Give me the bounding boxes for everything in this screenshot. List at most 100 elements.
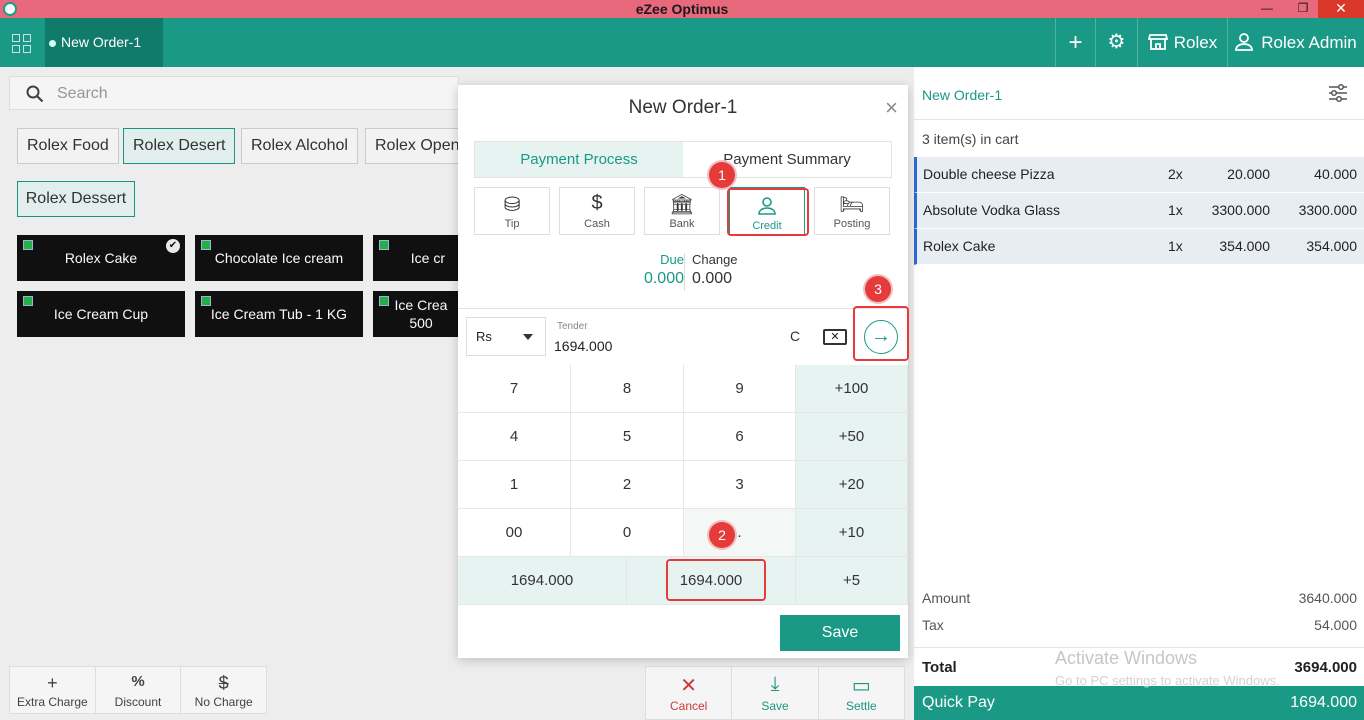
cart-item-total: 40.000: [1314, 166, 1357, 182]
key-plus-20[interactable]: +20: [796, 461, 908, 509]
maximize-button[interactable]: ❐: [1286, 0, 1320, 18]
key-1[interactable]: 1: [458, 461, 571, 509]
activation-watermark: Activate Windows: [1055, 648, 1198, 668]
key-plus-5[interactable]: +5: [796, 557, 908, 605]
step-marker: 3: [865, 276, 891, 302]
cart-item-name: Double cheese Pizza: [923, 166, 1055, 182]
cart-item-name: Rolex Cake: [923, 238, 996, 254]
key-plus-100[interactable]: +100: [796, 365, 908, 413]
currency-select[interactable]: Rs: [466, 317, 546, 356]
user-name: Rolex Admin: [1261, 33, 1357, 52]
dot-icon: [49, 39, 56, 47]
cart-item-price: 354.000: [1219, 238, 1270, 254]
key-8[interactable]: 8: [571, 365, 684, 413]
step-marker: 2: [709, 522, 735, 548]
key-0[interactable]: 0: [571, 509, 684, 557]
title-bar: eZee Optimus — ❐ ✕: [0, 0, 1364, 18]
order-tab[interactable]: New Order-1: [45, 18, 163, 67]
amount-value: 3640.000: [1298, 590, 1357, 606]
bed-icon: 🛏: [839, 194, 865, 216]
key-2[interactable]: 2: [571, 461, 684, 509]
cart-item-total: 354.000: [1306, 238, 1357, 254]
filter-icon[interactable]: [1328, 83, 1348, 103]
user-menu[interactable]: Rolex Admin: [1227, 18, 1364, 67]
amount-label: Amount: [922, 590, 971, 606]
quick-pay-button[interactable]: Quick Pay 1694.000: [914, 686, 1364, 720]
outlet-selector[interactable]: Rolex: [1137, 18, 1227, 67]
key-5[interactable]: 5: [571, 413, 684, 461]
tax-label: Tax: [922, 617, 944, 633]
tender-input[interactable]: 1694.000: [554, 338, 612, 354]
payment-method-bank[interactable]: 🏛 Bank: [644, 187, 720, 235]
close-window-button[interactable]: ✕: [1318, 0, 1364, 18]
minimize-button[interactable]: —: [1250, 0, 1284, 18]
user-icon: [1235, 33, 1254, 51]
payment-method-label: Tip: [504, 218, 520, 230]
coins-icon: ⛁: [503, 194, 521, 216]
gear-icon: ⚙: [1107, 31, 1126, 53]
due-display: Due 0.000: [618, 252, 684, 288]
key-6[interactable]: 6: [684, 413, 796, 461]
key-00[interactable]: 00: [458, 509, 571, 557]
key-plus-50[interactable]: +50: [796, 413, 908, 461]
cart-item-qty: 1x: [1168, 238, 1183, 254]
cart-row[interactable]: Double cheese Pizza 2x 20.000 40.000: [914, 157, 1364, 193]
cart-row[interactable]: Absolute Vodka Glass 1x 3300.000 3300.00…: [914, 193, 1364, 229]
key-decimal[interactable]: .: [684, 509, 796, 557]
settings-button[interactable]: ⚙: [1095, 18, 1137, 67]
cart-item-qty: 1x: [1168, 202, 1183, 218]
highlight-box: [666, 559, 766, 601]
key-9[interactable]: 9: [684, 365, 796, 413]
save-payment-button[interactable]: Save: [780, 615, 900, 651]
key-3[interactable]: 3: [684, 461, 796, 509]
cart-item-total: 3300.000: [1298, 202, 1357, 218]
payment-method-cash[interactable]: $ Cash: [559, 187, 635, 235]
quick-amount-button[interactable]: 1694.000: [458, 557, 627, 605]
store-icon: [1147, 34, 1168, 50]
cart-item-name: Absolute Vodka Glass: [923, 202, 1060, 218]
cart-item-price: 20.000: [1227, 166, 1270, 182]
total-value: 3694.000: [1294, 659, 1357, 676]
payment-method-label: Posting: [833, 218, 871, 230]
due-label: Due: [660, 252, 684, 267]
key-7[interactable]: 7: [458, 365, 571, 413]
highlight-box: [853, 306, 909, 361]
change-label: Change: [692, 252, 738, 267]
close-dialog-icon[interactable]: ×: [885, 95, 898, 121]
payment-method-posting[interactable]: 🛏 Posting: [814, 187, 890, 235]
top-nav: New Order-1 + ⚙ Rolex Rolex Admin: [0, 18, 1364, 67]
total-label: Total: [922, 659, 957, 676]
chevron-down-icon: [523, 334, 533, 340]
order-tab-label: New Order-1: [61, 34, 142, 50]
activation-watermark-sub: Go to PC settings to activate Windows.: [1055, 673, 1280, 688]
quick-pay-label: Quick Pay: [922, 694, 995, 711]
cart-item-price: 3300.000: [1211, 202, 1270, 218]
payment-method-label: Bank: [669, 218, 695, 230]
clear-button[interactable]: C: [790, 328, 800, 344]
currency-value: Rs: [476, 329, 492, 344]
payment-method-tip[interactable]: ⛁ Tip: [474, 187, 550, 235]
quick-pay-amount: 1694.000: [1290, 694, 1357, 711]
highlight-box: [727, 188, 809, 236]
grid-menu-icon[interactable]: [0, 18, 45, 67]
add-order-button[interactable]: +: [1055, 18, 1095, 67]
dialog-title: New Order-1: [628, 97, 738, 118]
cart-item-qty: 2x: [1168, 166, 1183, 182]
step-marker: 1: [709, 162, 735, 188]
payment-tabs: Payment Process Payment Summary: [474, 141, 892, 178]
key-plus-10[interactable]: +10: [796, 509, 908, 557]
payment-method-label: Cash: [584, 218, 610, 230]
window-title: eZee Optimus: [635, 1, 729, 17]
key-4[interactable]: 4: [458, 413, 571, 461]
divider: [458, 308, 908, 309]
cart-panel: New Order-1 3 item(s) in cart Double che…: [914, 67, 1364, 720]
tax-value: 54.000: [1314, 617, 1357, 633]
backspace-icon[interactable]: ✕: [823, 329, 847, 345]
dollar-icon: $: [591, 192, 603, 214]
cart-title: New Order-1: [922, 87, 1003, 103]
tender-label: Tender: [557, 321, 588, 332]
cart-row[interactable]: Rolex Cake 1x 354.000 354.000: [914, 229, 1364, 265]
change-display: Change 0.000: [692, 252, 738, 288]
tab-payment-process[interactable]: Payment Process: [475, 142, 683, 177]
divider: [914, 119, 1364, 120]
